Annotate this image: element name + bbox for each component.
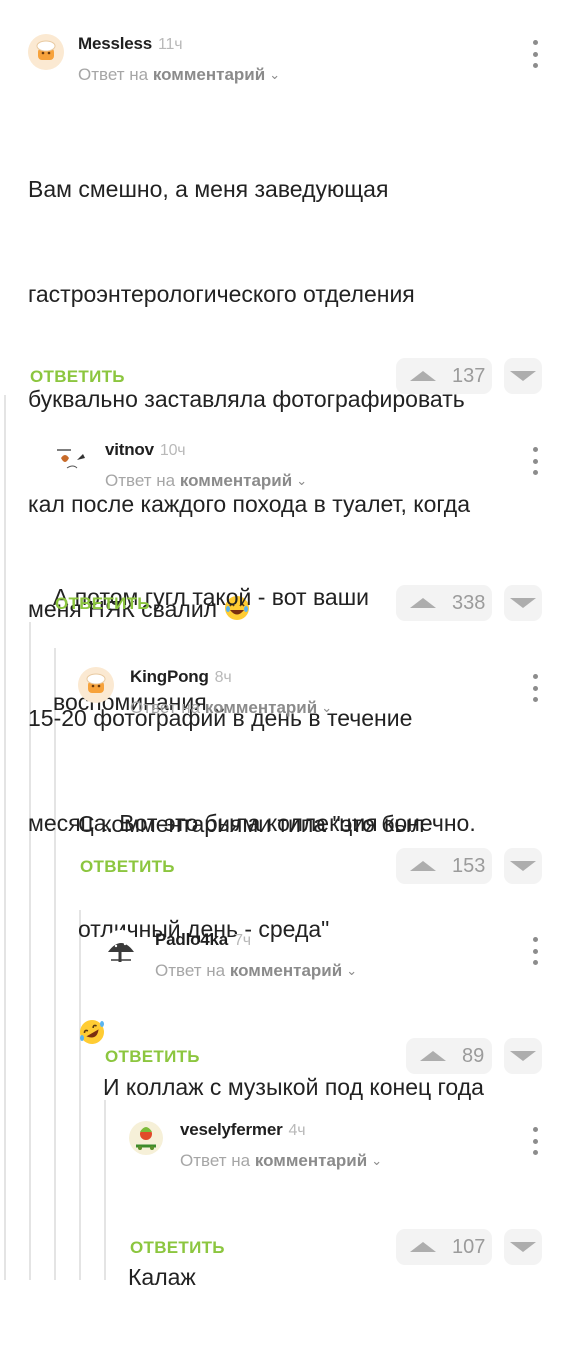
more-options-icon[interactable] [525,937,545,965]
author-name[interactable]: veselyfermer 4ч [180,1120,306,1140]
author-name[interactable]: vitnov 10ч [105,440,186,460]
comment-text: Калаж [128,1264,196,1290]
downvote-button[interactable] [504,585,542,621]
downvote-button[interactable] [504,1229,542,1265]
reply-to-link[interactable]: Ответ на комментарий ⌄ [105,471,307,491]
comment-time: 10ч [159,442,186,459]
arrow-up-icon [420,1051,446,1061]
reply-to-link[interactable]: Ответ на комментарий ⌄ [180,1151,382,1171]
comment-time: 4ч [288,1122,306,1139]
comment-time: 8ч [214,669,232,686]
arrow-up-icon [410,861,436,871]
chevron-down-icon: ⌄ [371,1153,383,1168]
author-name[interactable]: KingPong 8ч [130,667,232,687]
upvote-button[interactable]: 89 [406,1038,492,1074]
chevron-down-icon: ⌄ [296,473,308,488]
arrow-up-icon [410,371,436,381]
rating-count: 338 [452,591,486,614]
rating-count: 89 [462,1044,485,1067]
upvote-button[interactable]: 137 [396,358,492,394]
rating-count: 107 [452,1235,486,1258]
rofl-emoji [78,1018,106,1056]
reply-button[interactable]: ОТВЕТИТЬ [130,1238,225,1258]
chevron-down-icon: ⌄ [346,963,358,978]
comment-time: 7ч [234,932,251,949]
rating-count: 137 [452,364,486,387]
upvote-button[interactable]: 107 [396,1229,492,1265]
arrow-down-icon [510,1242,536,1252]
reply-button[interactable]: ОТВЕТИТЬ [55,594,150,614]
reply-to-link[interactable]: Ответ на комментарий ⌄ [155,961,357,981]
user-avatar-icon[interactable] [53,440,89,476]
reply-to-link[interactable]: Ответ на комментарий ⌄ [130,698,332,718]
arrow-down-icon [510,1051,536,1061]
more-options-icon[interactable] [525,674,545,702]
arrow-up-icon [410,1242,436,1252]
more-options-icon[interactable] [525,1127,545,1155]
comment-time: 11ч [158,36,183,53]
downvote-button[interactable] [504,1038,542,1074]
reply-button[interactable]: ОТВЕТИТЬ [30,367,125,387]
rating-count: 153 [452,854,486,877]
user-avatar-icon[interactable] [128,1120,164,1156]
reply-button[interactable]: ОТВЕТИТЬ [105,1047,200,1067]
reply-button[interactable]: ОТВЕТИТЬ [80,857,175,877]
user-avatar-icon[interactable] [103,930,139,966]
more-options-icon[interactable] [525,447,545,475]
upvote-button[interactable]: 338 [396,585,492,621]
reply-to-link[interactable]: Ответ на комментарий ⌄ [78,65,280,85]
arrow-up-icon [410,598,436,608]
chevron-down-icon: ⌄ [321,700,333,715]
upvote-button[interactable]: 153 [396,848,492,884]
arrow-down-icon [510,861,536,871]
arrow-down-icon [510,371,536,381]
downvote-button[interactable] [504,848,542,884]
user-avatar-icon[interactable] [28,34,64,70]
downvote-button[interactable] [504,358,542,394]
user-avatar-icon[interactable] [78,667,114,703]
author-name[interactable]: Messless 11ч [78,34,183,54]
author-name[interactable]: Padlo4ka 7ч [155,930,251,950]
arrow-down-icon [510,598,536,608]
thread-line-1 [4,395,6,1280]
chevron-down-icon: ⌄ [269,67,281,82]
more-options-icon[interactable] [525,40,545,68]
